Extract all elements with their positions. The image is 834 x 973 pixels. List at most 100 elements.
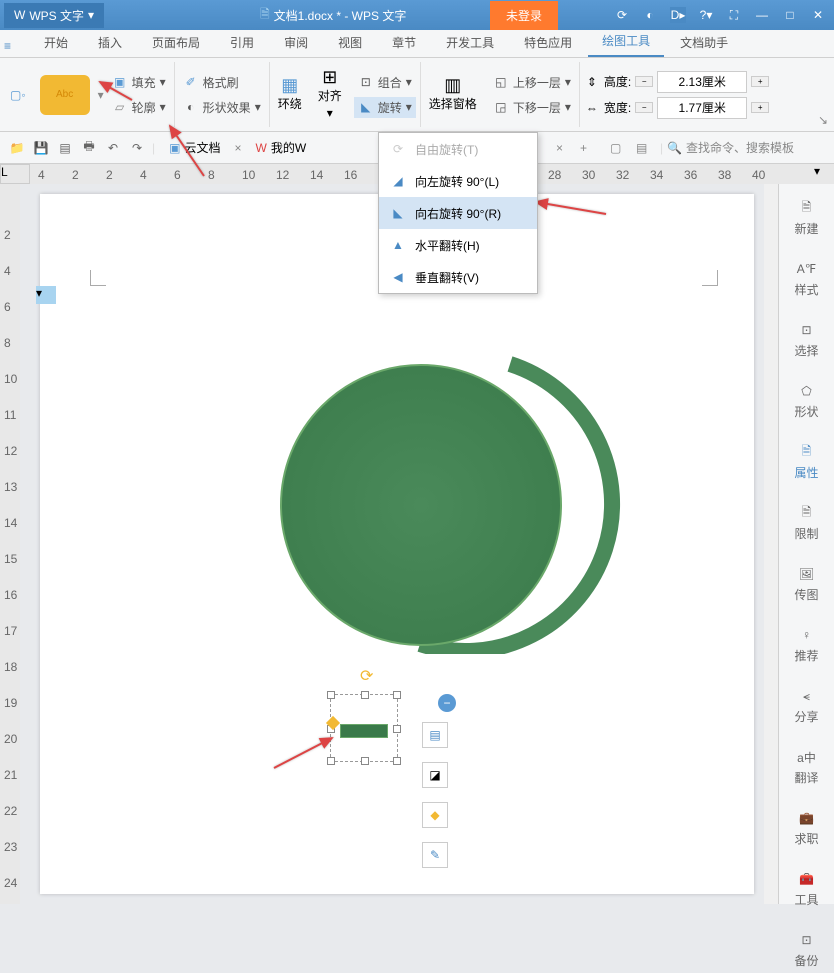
tab-insert[interactable]: 插入: [84, 28, 136, 57]
document-page[interactable]: ⟳ − ▤ ◪ ◆ ✎: [40, 194, 754, 894]
ruler-corner[interactable]: L: [0, 164, 30, 184]
close-tab-icon[interactable]: ×: [556, 141, 563, 155]
share-icon: ⪪: [797, 686, 817, 706]
print-preview-icon[interactable]: ▤: [56, 139, 74, 157]
handle-mr[interactable]: [393, 725, 401, 733]
login-button[interactable]: 未登录: [490, 1, 558, 30]
sp-select[interactable]: ⊡选择: [779, 316, 834, 363]
mywps-tab[interactable]: W我的W: [248, 135, 315, 160]
tab-draw[interactable]: 绘图工具: [588, 26, 664, 57]
send-backward-button[interactable]: ◲下移一层 ▾: [489, 97, 575, 118]
format-painter-button[interactable]: ✐格式刷: [179, 72, 265, 93]
vertical-scrollbar[interactable]: [764, 184, 778, 904]
expand-icon[interactable]: ⛶: [726, 7, 742, 23]
group-button[interactable]: ⊡组合 ▾: [354, 72, 416, 93]
sp-share[interactable]: ⪪分享: [779, 682, 834, 729]
tab-start[interactable]: 开始: [30, 28, 82, 57]
sp-recommend[interactable]: ♀推荐: [779, 621, 834, 668]
circle-shape[interactable]: [280, 364, 562, 646]
selected-rectangle-shape[interactable]: [340, 724, 388, 738]
selection-pane-button[interactable]: ▥选择窗格: [421, 77, 485, 112]
sp-backup[interactable]: ⊡备份: [779, 926, 834, 973]
tab-layout[interactable]: 页面布局: [138, 28, 214, 57]
down-layer-icon: ◲: [493, 99, 509, 115]
member-icon[interactable]: D▸: [670, 7, 686, 23]
chevron-down-icon: ▾: [88, 8, 94, 22]
sp-new[interactable]: 🗎新建: [779, 194, 834, 241]
width-minus[interactable]: −: [635, 102, 653, 113]
color-options-button[interactable]: ◆: [422, 802, 448, 828]
sp-job[interactable]: 💼求职: [779, 804, 834, 851]
menu-icon[interactable]: ≡: [4, 39, 11, 53]
width-plus[interactable]: +: [751, 102, 769, 113]
handle-tc[interactable]: [361, 691, 369, 699]
undo-icon[interactable]: ↶: [104, 139, 122, 157]
shape-icon: ⬠: [797, 381, 817, 401]
rotate-button[interactable]: ◣旋转 ▾: [354, 97, 416, 118]
side-panel: 🗎新建 A℉样式 ⊡选择 ⬠形状 🗎属性 🗎限制 🖼传图 ♀推荐 ⪪分享 a中翻…: [778, 184, 834, 904]
toolbox-icon: 🧰: [797, 869, 817, 889]
sync-icon[interactable]: ⟳: [614, 7, 630, 23]
sp-restrict[interactable]: 🗎限制: [779, 499, 834, 546]
tab-dochelper[interactable]: 文档助手: [666, 28, 742, 57]
tab-devtools[interactable]: 开发工具: [432, 28, 508, 57]
bring-forward-button[interactable]: ◱上移一层 ▾: [489, 72, 575, 93]
group-icon: ⊡: [358, 74, 374, 90]
tab-review[interactable]: 审阅: [270, 28, 322, 57]
wrap-button[interactable]: ▦环绕: [270, 77, 310, 112]
handle-bc[interactable]: [361, 757, 369, 765]
dd-rotate-right[interactable]: ◣向右旋转 90°(R): [379, 197, 537, 229]
style-icon: A℉: [797, 259, 817, 279]
ruler-end[interactable]: ▾: [814, 164, 834, 184]
handle-tr[interactable]: [393, 691, 401, 699]
tab-chapter[interactable]: 章节: [378, 28, 430, 57]
redo-icon[interactable]: ↷: [128, 139, 146, 157]
sp-property[interactable]: 🗎属性: [779, 438, 834, 485]
height-plus[interactable]: +: [751, 76, 769, 87]
list-icon[interactable]: ▤: [636, 141, 647, 155]
width-input[interactable]: 1.77厘米: [657, 97, 747, 119]
outline-options-button[interactable]: ✎: [422, 842, 448, 868]
height-input[interactable]: 2.13厘米: [657, 71, 747, 93]
dd-rotate-left[interactable]: ◢向左旋转 90°(L): [379, 165, 537, 197]
width-icon: ⇔: [584, 100, 600, 116]
close-tab-icon[interactable]: ×: [234, 141, 241, 155]
dialog-launcher-icon[interactable]: ↘: [818, 113, 828, 127]
window-icon[interactable]: ▢: [610, 141, 621, 155]
tab-reference[interactable]: 引用: [216, 28, 268, 57]
shape-effect-button[interactable]: ◐形状效果 ▾: [179, 97, 265, 118]
sp-translate[interactable]: a中翻译: [779, 743, 834, 790]
app-logo[interactable]: W WPS 文字 ▾: [4, 3, 104, 28]
theme-icon[interactable]: ◐: [642, 7, 658, 23]
sp-style[interactable]: A℉样式: [779, 255, 834, 302]
minimize-icon[interactable]: —: [754, 7, 770, 23]
dd-free-rotate: ⟳自由旋转(T): [379, 133, 537, 165]
dd-flip-h[interactable]: ▲水平翻转(H): [379, 229, 537, 261]
print-icon[interactable]: 🖶: [80, 139, 98, 157]
sp-tools[interactable]: 🧰工具: [779, 865, 834, 912]
section-indicator[interactable]: ▾: [36, 286, 56, 304]
help-icon[interactable]: ?▾: [698, 7, 714, 23]
handle-tl[interactable]: [327, 691, 335, 699]
save-icon[interactable]: 💾: [32, 139, 50, 157]
close-icon[interactable]: ✕: [810, 7, 826, 23]
annotation-arrow-3: [530, 194, 610, 218]
fill-options-button[interactable]: ◪: [422, 762, 448, 788]
tab-view[interactable]: 视图: [324, 28, 376, 57]
search-box[interactable]: 🔍查找命令、搜索模板: [667, 139, 794, 156]
open-icon[interactable]: 📁: [8, 139, 26, 157]
edit-shape-icon[interactable]: ▢◦: [4, 88, 32, 102]
maximize-icon[interactable]: □: [782, 7, 798, 23]
height-minus[interactable]: −: [635, 76, 653, 87]
layout-options-button[interactable]: ▤: [422, 722, 448, 748]
tab-special[interactable]: 特色应用: [510, 28, 586, 57]
shape-preview[interactable]: Abc: [40, 75, 90, 115]
dd-flip-v[interactable]: ◀垂直翻转(V): [379, 261, 537, 293]
collapse-toolbar-icon[interactable]: −: [438, 694, 456, 712]
rotation-handle[interactable]: ⟳: [360, 666, 373, 686]
handle-br[interactable]: [393, 757, 401, 765]
align-button[interactable]: ⊞对齐▾: [310, 69, 350, 120]
sp-upload-img[interactable]: 🖼传图: [779, 560, 834, 607]
new-tab-icon[interactable]: +: [580, 141, 587, 155]
sp-shape[interactable]: ⬠形状: [779, 377, 834, 424]
